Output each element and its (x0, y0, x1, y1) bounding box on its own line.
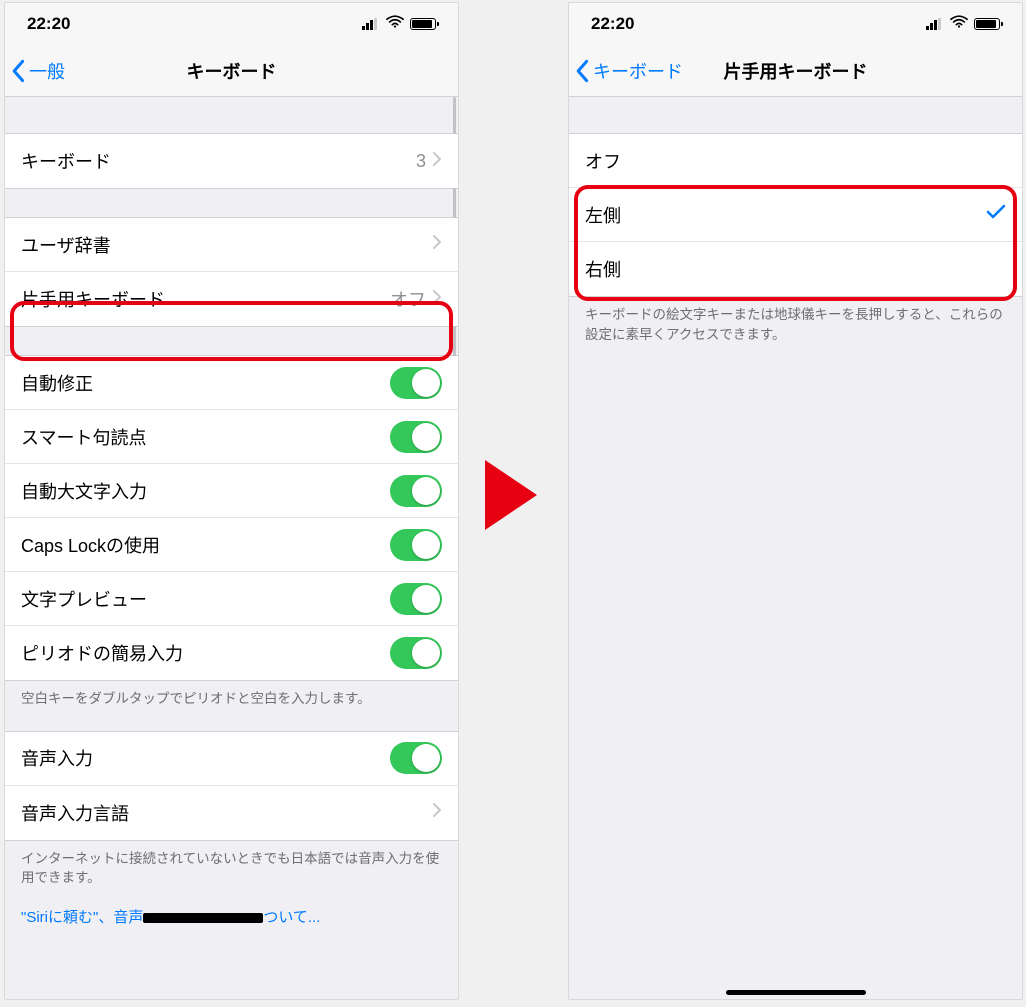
row-user-dictionary[interactable]: ユーザ辞書 (5, 218, 458, 272)
row-label: ピリオドの簡易入力 (21, 640, 183, 666)
back-label: 一般 (29, 58, 65, 84)
back-label: キーボード (593, 58, 683, 84)
row-label: 自動大文字入力 (21, 478, 147, 504)
row-label: 文字プレビュー (21, 586, 147, 612)
settings-body: オフ 左側 右側 キーボードの絵文字キーまたは地球儀キーを長押しすると、これらの… (569, 97, 1022, 999)
row-label: 片手用キーボード (21, 286, 165, 312)
group-dictation: 音声入力 音声入力言語 (5, 731, 458, 841)
row-caps-lock: Caps Lockの使用 (5, 518, 458, 572)
option-label: 右側 (585, 256, 621, 282)
siri-privacy-link[interactable]: "Siriに頼む"、音声 ついて... (5, 900, 458, 939)
status-time: 22:20 (27, 14, 70, 34)
cellular-icon (362, 18, 380, 30)
home-indicator[interactable] (726, 990, 866, 995)
status-icons (926, 14, 1000, 34)
row-keyboards[interactable]: キーボード 3 (5, 134, 458, 188)
status-icons (362, 14, 436, 34)
row-label: ユーザ辞書 (21, 232, 111, 258)
row-label: 自動修正 (21, 370, 93, 396)
battery-icon (410, 18, 436, 30)
row-char-preview: 文字プレビュー (5, 572, 458, 626)
chevron-right-icon (432, 151, 442, 172)
toggle-smart-punctuation[interactable] (390, 421, 442, 453)
red-arrow-icon (485, 460, 537, 530)
toggle-caps-lock[interactable] (390, 529, 442, 561)
group-options: オフ 左側 右側 (569, 133, 1022, 297)
row-auto-caps: 自動大文字入力 (5, 464, 458, 518)
footer-dictation: インターネットに接続されていないときでも日本語では音声入力を使用できます。 (5, 841, 458, 900)
toggle-dictation[interactable] (390, 742, 442, 774)
back-button[interactable]: 一般 (11, 45, 65, 96)
status-bar: 22:20 (569, 3, 1022, 45)
chevron-right-icon (432, 289, 442, 310)
group-dict-onehand: ユーザ辞書 片手用キーボード オフ (5, 217, 458, 327)
nav-title: キーボード (187, 58, 277, 84)
cellular-icon (926, 18, 944, 30)
settings-body: キーボード 3 ユーザ辞書 片手用キーボード オフ 自動修正 スマート句読点 (5, 97, 458, 999)
phone-right: 22:20 キーボード 片手用キーボード オフ 左側 右側 キーボードの絵文字 (568, 2, 1023, 1000)
link-text-suffix: ついて... (263, 909, 320, 926)
wifi-icon (950, 14, 968, 34)
wifi-icon (386, 14, 404, 34)
row-label: スマート句読点 (21, 424, 146, 450)
option-label: 左側 (585, 202, 621, 228)
phone-left: 22:20 一般 キーボード キーボード 3 ユーザ辞書 (4, 2, 459, 1000)
nav-title: 片手用キーボード (724, 58, 868, 84)
footer-text: キーボードの絵文字キーまたは地球儀キーを長押しすると、これらの設定に素早くアクセ… (569, 297, 1022, 356)
chevron-right-icon (432, 802, 442, 823)
back-button[interactable]: キーボード (575, 45, 683, 96)
option-left[interactable]: 左側 (569, 188, 1022, 242)
nav-bar: 一般 キーボード (5, 45, 458, 97)
option-label: オフ (585, 148, 621, 174)
link-text-prefix: "Siriに頼む"、音声 (21, 909, 143, 926)
option-right[interactable]: 右側 (569, 242, 1022, 296)
row-auto-correct: 自動修正 (5, 356, 458, 410)
row-label: Caps Lockの使用 (21, 532, 160, 558)
toggle-char-preview[interactable] (390, 583, 442, 615)
row-label: キーボード (21, 148, 111, 174)
row-period-shortcut: ピリオドの簡易入力 (5, 626, 458, 680)
option-off[interactable]: オフ (569, 134, 1022, 188)
group-toggles: 自動修正 スマート句読点 自動大文字入力 Caps Lockの使用 文字プレビュ… (5, 355, 458, 681)
chevron-right-icon (432, 234, 442, 255)
toggle-auto-caps[interactable] (390, 475, 442, 507)
row-dictation-languages[interactable]: 音声入力言語 (5, 786, 458, 840)
row-label: 音声入力 (21, 745, 93, 771)
checkmark-icon (986, 203, 1006, 226)
redacted-text (143, 913, 263, 923)
status-bar: 22:20 (5, 3, 458, 45)
battery-icon (974, 18, 1000, 30)
chevron-left-icon (11, 59, 27, 83)
footer-period: 空白キーをダブルタップでピリオドと空白を入力します。 (5, 681, 458, 721)
row-label: 音声入力言語 (21, 800, 129, 826)
row-detail: 3 (416, 151, 432, 172)
nav-bar: キーボード 片手用キーボード (569, 45, 1022, 97)
row-detail: オフ (390, 286, 432, 312)
toggle-period-shortcut[interactable] (390, 637, 442, 669)
status-time: 22:20 (591, 14, 634, 34)
row-one-handed-keyboard[interactable]: 片手用キーボード オフ (5, 272, 458, 326)
row-dictation: 音声入力 (5, 732, 458, 786)
row-smart-punctuation: スマート句読点 (5, 410, 458, 464)
group-keyboards: キーボード 3 (5, 133, 458, 189)
chevron-left-icon (575, 59, 591, 83)
toggle-auto-correct[interactable] (390, 367, 442, 399)
